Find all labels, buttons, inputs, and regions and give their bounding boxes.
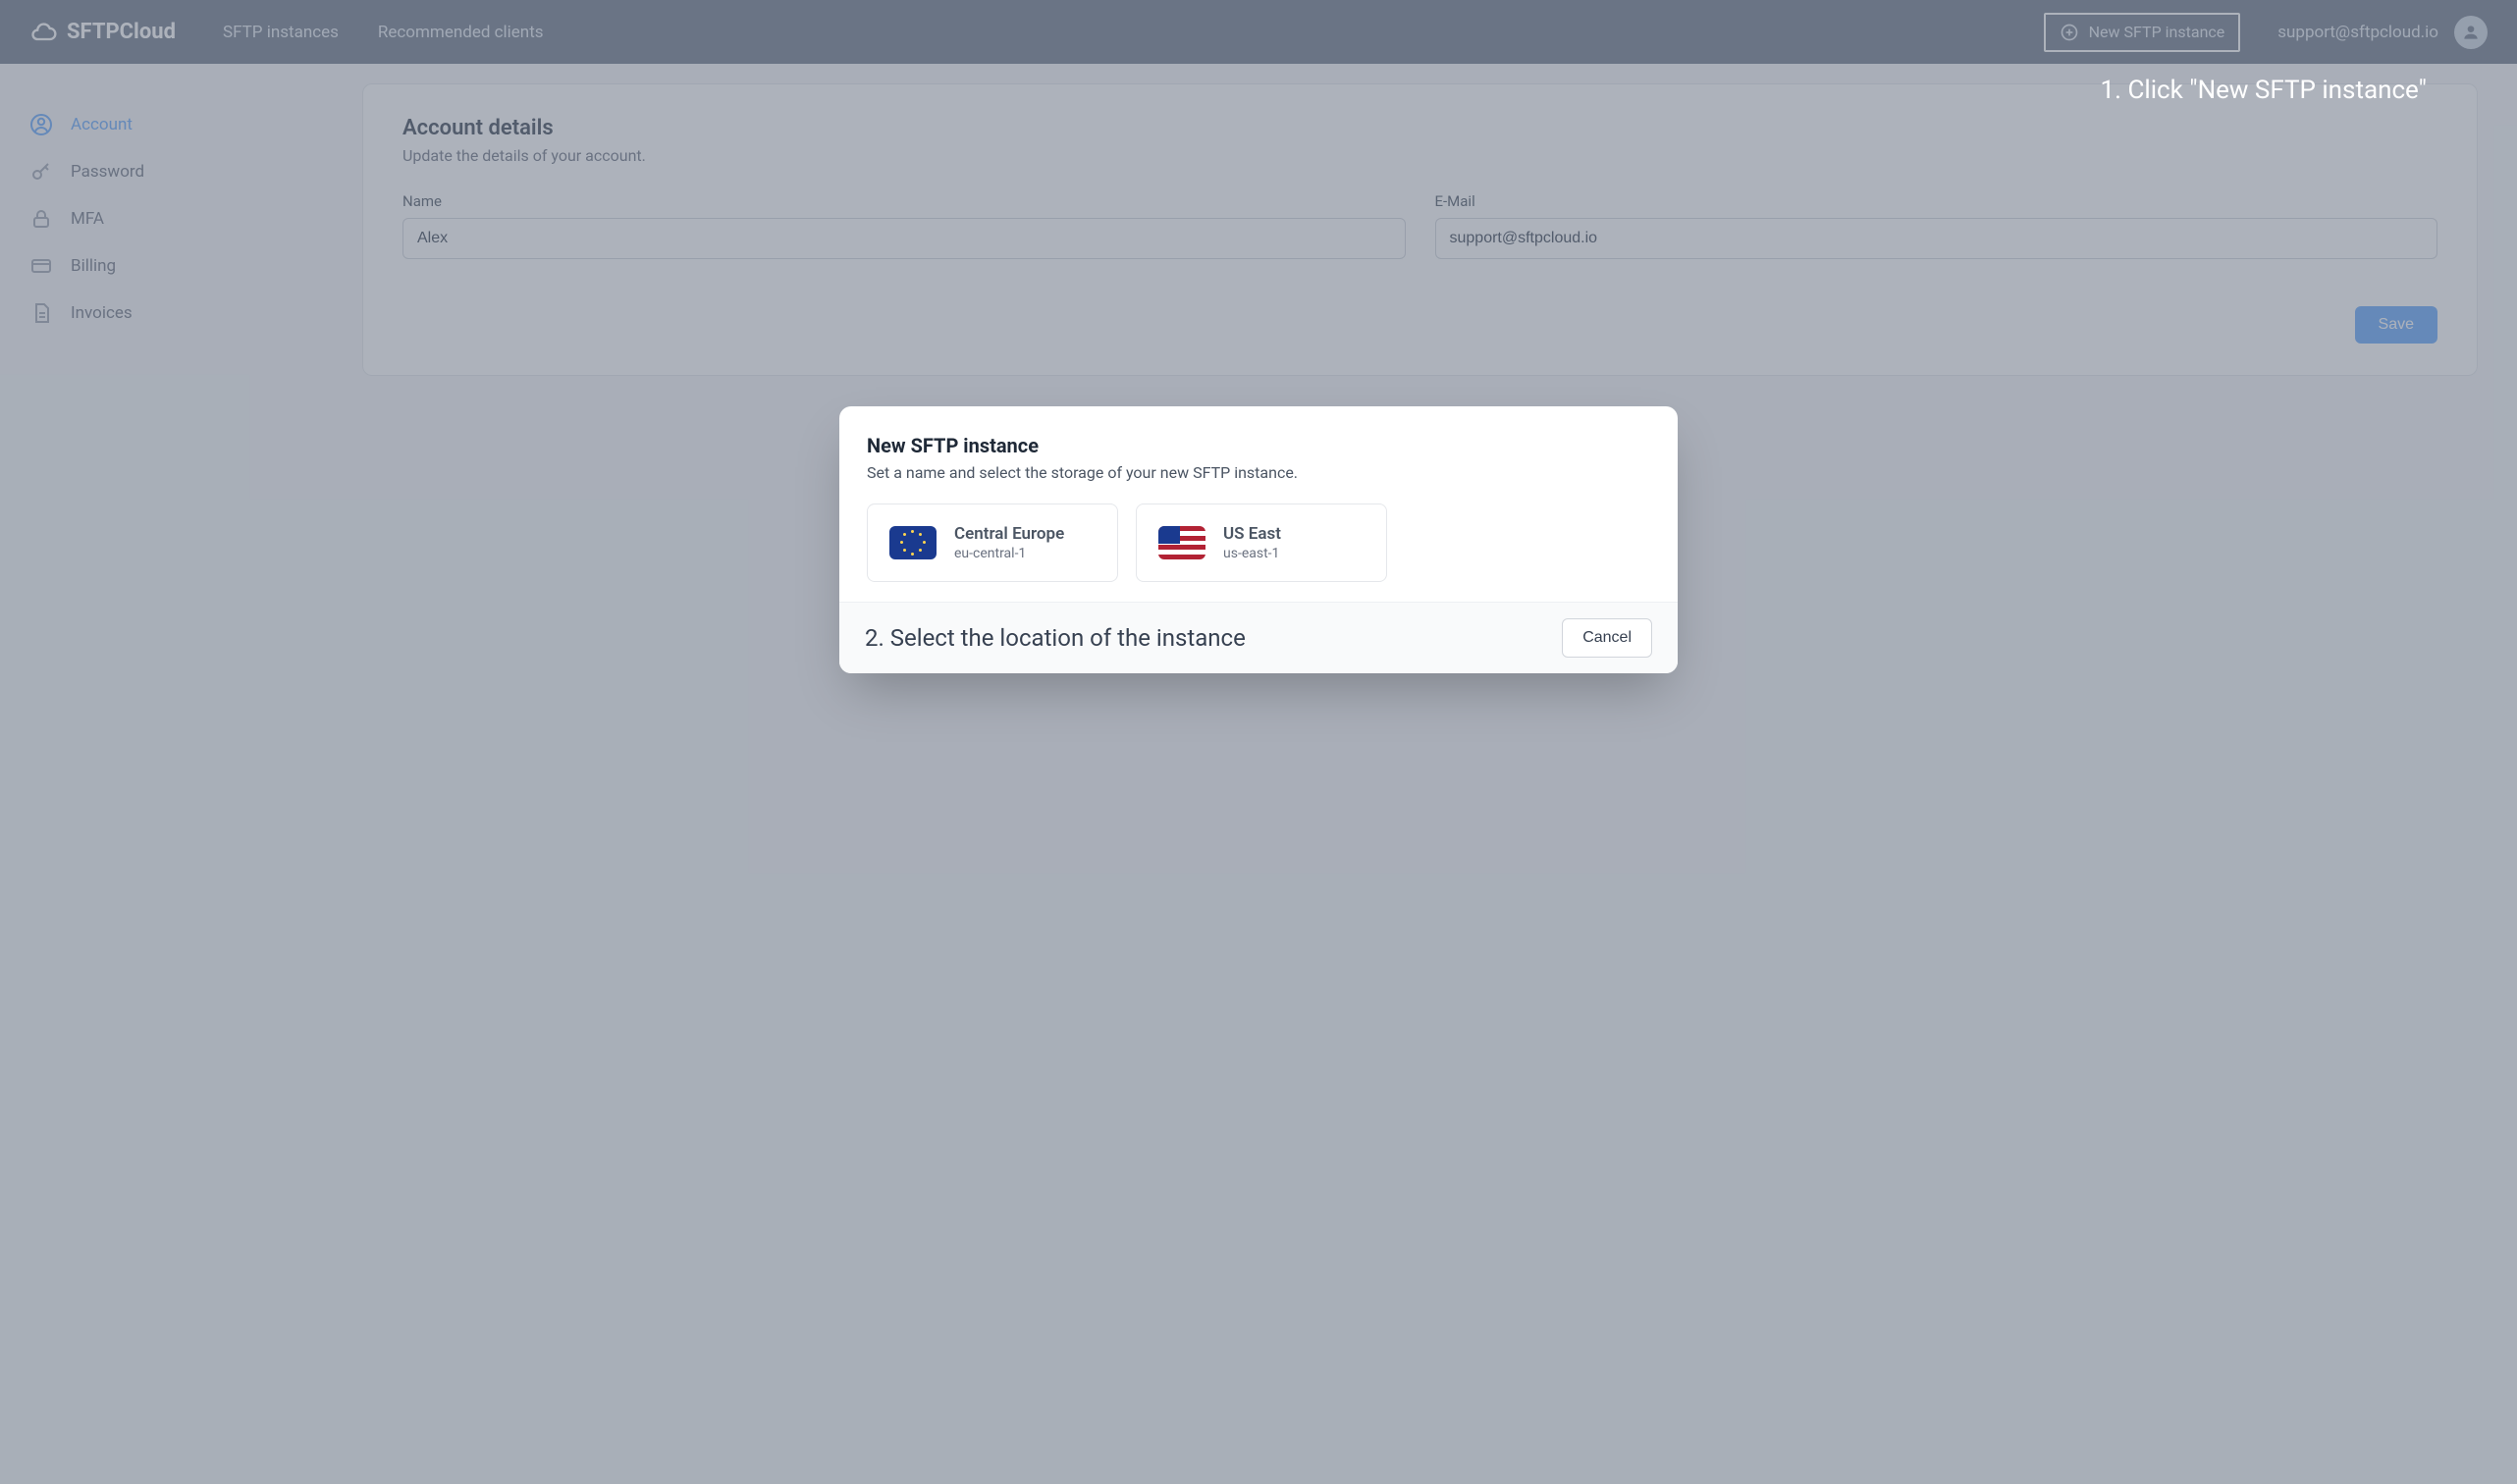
tutorial-callout-2: 2. Select the location of the instance	[865, 624, 1246, 652]
cancel-button[interactable]: Cancel	[1562, 618, 1652, 658]
tutorial-callout-1: 1. Click "New SFTP instance"	[2101, 76, 2427, 105]
modal-title: New SFTP instance	[867, 434, 1650, 457]
us-flag-icon	[1158, 526, 1205, 559]
modal-subtitle: Set a name and select the storage of you…	[867, 463, 1650, 482]
region-card-us-east-1[interactable]: US East us-east-1	[1136, 504, 1387, 582]
modal-overlay: 1. Click "New SFTP instance" New SFTP in…	[0, 0, 2517, 1484]
region-card-eu-central-1[interactable]: Central Europe eu-central-1	[867, 504, 1118, 582]
region-name: US East	[1223, 524, 1281, 544]
eu-flag-icon	[889, 526, 937, 559]
region-name: Central Europe	[954, 524, 1064, 544]
region-code: us-east-1	[1223, 546, 1281, 561]
region-list: Central Europe eu-central-1 US East us-e…	[867, 504, 1650, 582]
new-instance-modal: New SFTP instance Set a name and select …	[839, 406, 1678, 673]
region-code: eu-central-1	[954, 546, 1064, 561]
